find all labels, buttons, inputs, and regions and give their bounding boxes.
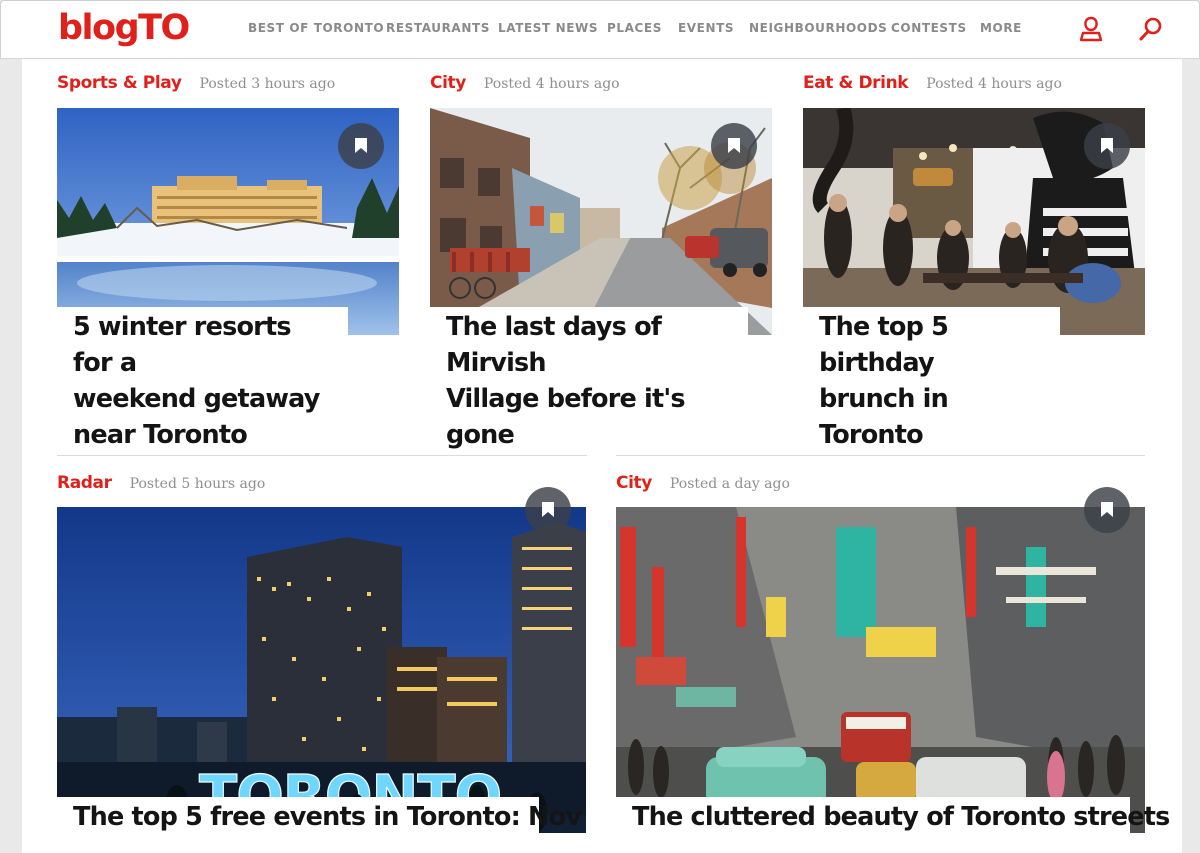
site-logo[interactable]: blogTO xyxy=(58,8,190,48)
article-meta: City Posted a day ago xyxy=(616,473,790,497)
article-meta: City Posted 4 hours ago xyxy=(430,73,620,97)
article-category[interactable]: City xyxy=(430,73,466,93)
bookmark-button[interactable] xyxy=(338,123,384,169)
article-meta: Eat & Drink Posted 4 hours ago xyxy=(803,73,1062,97)
article-title-line[interactable]: weekend getaway xyxy=(73,381,333,417)
article-title-line[interactable]: 5 winter resorts for a xyxy=(73,309,333,381)
nav-best-of-toronto[interactable]: BEST OF TORONTO xyxy=(248,20,384,36)
article-meta: Radar Posted 5 hours ago xyxy=(57,473,265,497)
bookmark-button[interactable] xyxy=(525,487,571,533)
nav-neighbourhoods[interactable]: NEIGHBOURHOODS xyxy=(749,20,887,36)
article-title-box: 5 winter resorts for a weekend getaway n… xyxy=(57,307,348,457)
bookmark-button[interactable] xyxy=(1084,487,1130,533)
nav-restaurants[interactable]: RESTAURANTS xyxy=(386,20,490,36)
article-card: City Posted a day ago The cluttered beau… xyxy=(616,473,1170,853)
nav-latest-news[interactable]: LATEST NEWS xyxy=(498,20,598,36)
article-posted-time: Posted 3 hours ago xyxy=(199,76,336,92)
row-divider xyxy=(616,455,1145,456)
user-icon[interactable] xyxy=(1078,15,1104,43)
search-icon[interactable] xyxy=(1138,15,1164,43)
bookmark-icon xyxy=(542,502,554,517)
bookmark-icon xyxy=(1101,502,1113,517)
article-posted-time: Posted 4 hours ago xyxy=(926,76,1062,92)
article-card: City Posted 4 hours ago The last days of… xyxy=(430,73,772,457)
nav-places[interactable]: PLACES xyxy=(607,20,662,36)
site-header: blogTO BEST OF TORONTO RESTAURANTS LATES… xyxy=(0,0,1200,59)
bookmark-button[interactable] xyxy=(1084,123,1130,169)
article-category[interactable]: City xyxy=(616,473,652,493)
article-image[interactable]: TORONTO xyxy=(57,507,586,833)
article-posted-time: Posted a day ago xyxy=(669,476,790,492)
article-category[interactable]: Sports & Play xyxy=(57,73,182,93)
bookmark-button[interactable] xyxy=(711,123,757,169)
article-grid: Sports & Play Posted 3 hours ago 5 winte… xyxy=(22,59,1182,853)
bookmark-icon xyxy=(728,138,740,153)
article-posted-time: Posted 4 hours ago xyxy=(483,76,620,92)
article-category[interactable]: Eat & Drink xyxy=(803,73,909,93)
article-title-box: The last days of Mirvish Village before … xyxy=(430,307,748,457)
article-card: Sports & Play Posted 3 hours ago 5 winte… xyxy=(57,73,399,457)
article-title-line[interactable]: The last days of Mirvish xyxy=(446,309,733,381)
article-card: Eat & Drink Posted 4 hours ago The top 5… xyxy=(803,73,1145,457)
article-title-box: The cluttered beauty of Toronto streets xyxy=(616,797,1170,853)
nav-more[interactable]: MORE xyxy=(980,20,1022,36)
article-title-box: The top 5 birthday brunch in Toronto xyxy=(803,307,1060,457)
article-title-line[interactable]: brunch in Toronto xyxy=(819,381,1045,453)
article-title-line[interactable]: The cluttered beauty of Toronto streets xyxy=(632,799,1170,835)
article-title-line[interactable]: The top 5 free events in Toronto: Nov xyxy=(73,799,582,835)
article-image[interactable] xyxy=(616,507,1145,833)
row-divider xyxy=(57,455,587,456)
bookmark-icon xyxy=(355,138,367,153)
article-meta: Sports & Play Posted 3 hours ago xyxy=(57,73,335,97)
nav-events[interactable]: EVENTS xyxy=(678,20,734,36)
bookmark-icon xyxy=(1101,138,1113,153)
article-category[interactable]: Radar xyxy=(57,473,112,493)
article-title-box: The top 5 free events in Toronto: Nov xyxy=(57,797,582,853)
article-card: Radar Posted 5 hours ago The top 5 free … xyxy=(57,473,586,853)
article-title-line[interactable]: The top 5 birthday xyxy=(819,309,1045,381)
nav-contests[interactable]: CONTESTS xyxy=(891,20,967,36)
article-posted-time: Posted 5 hours ago xyxy=(129,476,266,492)
article-title-line[interactable]: Village before it's gone xyxy=(446,381,733,453)
article-title-line[interactable]: near Toronto xyxy=(73,417,333,453)
